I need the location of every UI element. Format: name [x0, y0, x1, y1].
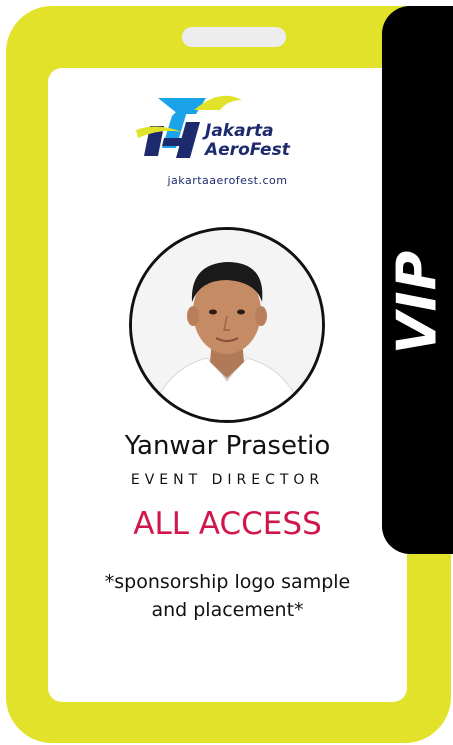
vip-label: VIP: [385, 249, 449, 355]
brand-url: jakartaaerofest.com: [167, 174, 288, 187]
brand-wordmark: Jakarta AeroFest: [205, 122, 290, 160]
sponsor-note: *sponsorship logo sample and placement*: [48, 568, 407, 624]
brand-name-line2: AeroFest: [205, 140, 290, 160]
lanyard-slot: [182, 27, 286, 47]
access-level: ALL ACCESS: [133, 506, 322, 542]
person-title: EVENT DIRECTOR: [130, 472, 325, 488]
brand-name-line1: Jakarta: [205, 121, 274, 141]
sponsor-note-line2: and placement*: [151, 599, 304, 621]
person-name: Yanwar Prasetio: [124, 431, 331, 461]
person-portrait-icon: [129, 227, 325, 423]
sponsor-note-line1: *sponsorship logo sample: [104, 571, 351, 593]
